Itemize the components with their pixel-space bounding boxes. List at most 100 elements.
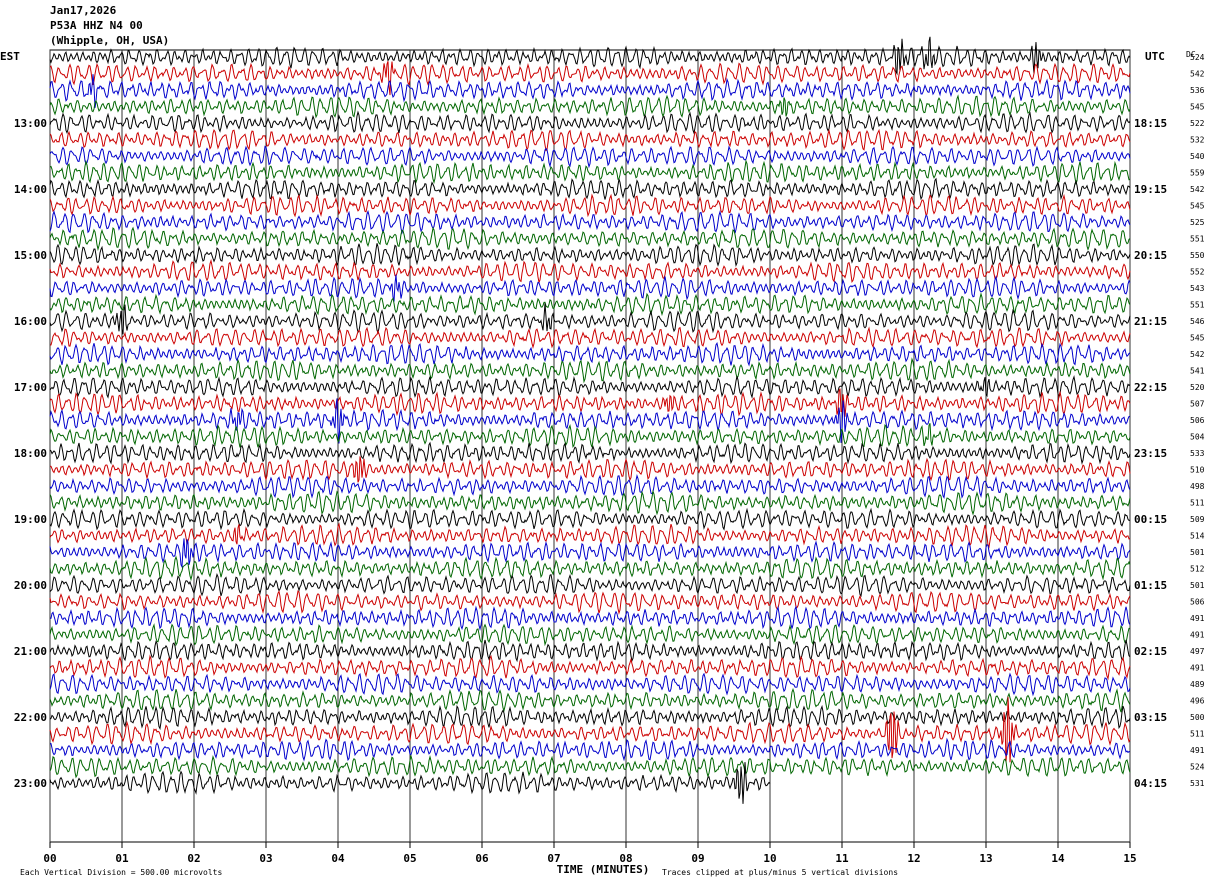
dc-offset-label: 522 [1190, 119, 1205, 128]
x-tick-label: 05 [403, 852, 416, 865]
dc-offset-label: 541 [1190, 367, 1205, 376]
dc-header-label: DC [1186, 50, 1196, 59]
dc-offset-label: 545 [1190, 103, 1205, 112]
seismic-trace [49, 456, 1131, 483]
seismic-trace [49, 555, 1131, 582]
dc-offset-label: 533 [1190, 449, 1205, 458]
right-zone-label: UTC [1145, 50, 1165, 63]
dc-offset-label: 542 [1190, 185, 1205, 194]
seismic-trace [49, 243, 1131, 268]
dc-offset-label: 509 [1190, 515, 1205, 524]
dc-offset-label: 525 [1190, 218, 1205, 227]
right-hour-label: 01:15 [1134, 579, 1167, 592]
left-hour-label: 21:00 [14, 645, 47, 658]
seismic-trace [49, 357, 1131, 384]
seismic-trace [49, 737, 1131, 762]
dc-offset-label: 552 [1190, 268, 1205, 277]
seismic-trace [49, 623, 1130, 647]
left-hour-label: 16:00 [14, 315, 47, 328]
seismic-trace [49, 672, 1131, 697]
seismic-trace [49, 36, 1131, 76]
left-hour-label: 22:00 [14, 711, 47, 724]
dc-offset-label: 497 [1190, 647, 1205, 656]
seismic-trace [49, 258, 1131, 285]
left-hour-label: 17:00 [14, 381, 47, 394]
right-hour-label: 19:15 [1134, 183, 1167, 196]
helicorder-plot: 00 01 02 03 04 05 06 07 08 09 10 11 12 13 14 1552454253… [0, 36, 1205, 877]
x-tick-label: 11 [835, 852, 849, 865]
dc-offset-label: 501 [1190, 581, 1205, 590]
right-hour-label: 23:15 [1134, 447, 1167, 460]
seismic-trace [49, 687, 1131, 713]
seismic-trace [49, 441, 1131, 465]
seismic-trace [49, 704, 1131, 731]
x-tick-label: 12 [907, 852, 920, 865]
x-tick-label: 09 [691, 852, 704, 865]
seismic-trace [49, 209, 1131, 235]
seismic-trace [49, 522, 1131, 549]
dc-offset-label: 506 [1190, 598, 1205, 607]
right-hour-label: 18:15 [1134, 117, 1167, 130]
seismic-trace [49, 754, 1131, 779]
seismic-trace [49, 590, 1131, 615]
dc-offset-label: 510 [1190, 466, 1205, 475]
dc-offset-label: 491 [1190, 631, 1205, 640]
right-hour-label: 02:15 [1134, 645, 1167, 658]
seismic-trace [49, 94, 1131, 119]
seismic-trace [49, 74, 1131, 108]
x-tick-label: 01 [115, 852, 129, 865]
left-hour-label: 23:00 [14, 777, 47, 790]
dc-offset-label: 520 [1190, 383, 1205, 392]
seismic-trace [49, 605, 1131, 631]
dc-offset-label: 524 [1190, 763, 1205, 772]
seismic-trace [49, 423, 1131, 448]
right-hour-label: 00:15 [1134, 513, 1167, 526]
dc-offset-label: 507 [1190, 400, 1205, 409]
dc-offset-label: 542 [1190, 70, 1205, 79]
dc-offset-label: 536 [1190, 86, 1205, 95]
seismic-trace [49, 110, 1131, 135]
seismic-trace [49, 177, 1131, 201]
dc-offset-label: 511 [1190, 499, 1205, 508]
x-tick-label: 02 [187, 852, 200, 865]
right-hour-label: 21:15 [1134, 315, 1167, 328]
dc-offset-label: 496 [1190, 697, 1205, 706]
right-hour-label: 04:15 [1134, 777, 1167, 790]
dc-offset-label: 498 [1190, 482, 1205, 491]
dc-offset-label: 491 [1190, 614, 1205, 623]
seismic-trace [49, 639, 1131, 663]
dc-offset-label: 551 [1190, 301, 1205, 310]
right-hour-label: 20:15 [1134, 249, 1167, 262]
seismic-trace [49, 654, 1131, 681]
dc-offset-label: 501 [1190, 548, 1205, 557]
dc-offset-label: 514 [1190, 532, 1205, 541]
seismic-trace [49, 145, 1131, 169]
dc-offset-label: 531 [1190, 779, 1205, 788]
x-tick-label: 13 [979, 852, 992, 865]
dc-offset-label: 546 [1190, 317, 1205, 326]
x-tick-label: 03 [259, 852, 272, 865]
dc-offset-label: 491 [1190, 664, 1205, 673]
left-hour-label: 14:00 [14, 183, 47, 196]
dc-offset-label: 491 [1190, 746, 1205, 755]
dc-offset-label: 504 [1190, 433, 1205, 442]
dc-offset-label: 506 [1190, 416, 1205, 425]
seismic-trace [49, 292, 1131, 317]
left-hour-label: 19:00 [14, 513, 47, 526]
seismic-trace [49, 128, 1131, 152]
dc-offset-label: 489 [1190, 680, 1205, 689]
seismic-trace [49, 193, 1131, 218]
dc-offset-label: 540 [1190, 152, 1205, 161]
right-hour-label: 22:15 [1134, 381, 1167, 394]
x-tick-label: 00 [43, 852, 56, 865]
x-tick-label: 10 [763, 852, 776, 865]
seismic-trace [49, 274, 1131, 302]
x-tick-label: 14 [1051, 852, 1065, 865]
seismic-trace [49, 326, 1131, 349]
left-hour-label: 13:00 [14, 117, 47, 130]
seismic-trace [49, 226, 1131, 252]
x-tick-label: 04 [331, 852, 345, 865]
dc-offset-label: 512 [1190, 565, 1205, 574]
seismic-trace [49, 342, 1131, 367]
dc-offset-label: 542 [1190, 350, 1205, 359]
